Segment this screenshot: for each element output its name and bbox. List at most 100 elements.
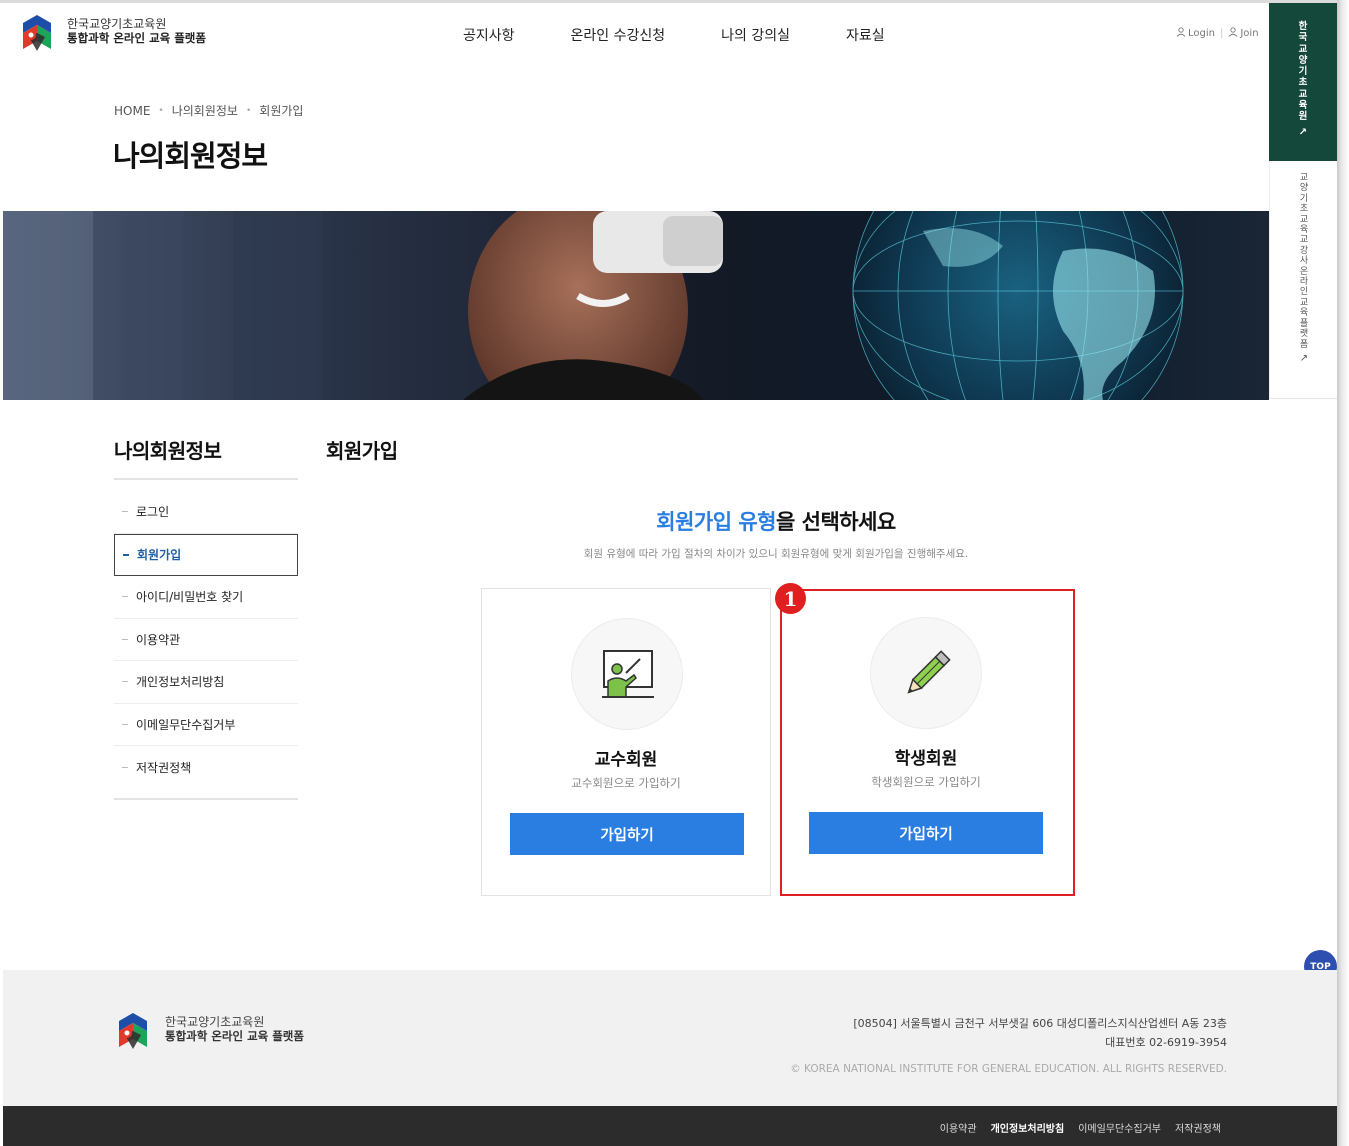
breadcrumb-separator: •	[158, 105, 164, 116]
site-footer: 한국교양기초교육원 통합과학 온라인 교육 플랫폼 [08504] 서울특별시 …	[3, 970, 1337, 1106]
professor-card-title: 교수회원	[594, 750, 658, 770]
side-banner-char: 플	[1299, 318, 1309, 329]
professor-member-card: 교수회원 교수회원으로 가입하기 가입하기	[481, 588, 771, 896]
breadcrumb-home[interactable]: HOME	[114, 104, 150, 118]
side-banner-char: 기	[1299, 193, 1309, 204]
lnb-item-label: 아이디/비밀번호 찾기	[136, 590, 244, 605]
logo-line1: 한국교양기초교육원	[67, 17, 167, 31]
nav-my-classroom[interactable]: 나의 강의실	[721, 25, 790, 45]
external-link-icon: ↗	[1298, 126, 1308, 138]
side-banner-char: 교	[1298, 43, 1308, 55]
lnb-item-login[interactable]: 로그인	[114, 491, 298, 534]
lnb-item-label: 저작권정책	[136, 760, 192, 775]
logo-line2: 통합과학 온라인 교육 플랫폼	[67, 31, 206, 45]
window-edge-shadow	[1337, 0, 1349, 1146]
breadcrumb-my-info[interactable]: 나의회원정보	[172, 102, 238, 119]
side-banner-char: 양	[1299, 183, 1309, 194]
site-header: 한국교양기초교육원 통합과학 온라인 교육 플랫폼 공지사항 온라인 수강신청 …	[3, 3, 1268, 67]
footer-address: [08504] 서울특별시 금천구 서부샛길 606 대성디폴리스지식산업센터 …	[853, 1017, 1227, 1030]
signup-type-headline: 회원가입 유형을 선택하세요	[476, 506, 1076, 536]
side-banner-char: 사	[1299, 256, 1309, 267]
person-icon	[1176, 27, 1186, 40]
side-banner-char: 교	[1299, 235, 1309, 246]
breadcrumb-signup[interactable]: 회원가입	[259, 102, 303, 119]
lnb-bullet	[122, 681, 128, 683]
lnb-item-label: 회원가입	[137, 548, 182, 563]
side-banner-char: 육	[1299, 308, 1309, 319]
hero-banner-image	[3, 211, 1269, 400]
side-banner-char: 초	[1299, 204, 1309, 215]
teacher-board-icon	[602, 650, 654, 698]
signup-type-description: 회원 유형에 따라 가입 절차의 차이가 있으니 회원유형에 맞게 회원가입을 …	[583, 548, 969, 560]
main-nav: 공지사항 온라인 수강신청 나의 강의실 자료실	[463, 25, 941, 45]
footer-link-terms[interactable]: 이용약관	[940, 1120, 977, 1135]
professor-icon-circle	[571, 618, 683, 730]
site-logo-text[interactable]: 한국교양기초교육원 통합과학 온라인 교육 플랫폼	[67, 17, 206, 45]
side-banner-char: 육	[1298, 100, 1308, 112]
side-banner-char: 교	[1299, 297, 1309, 308]
footer-address-block: [08504] 서울특별시 금천구 서부샛길 606 대성디폴리스지식산업센터 …	[853, 1014, 1227, 1052]
join-link[interactable]: Join	[1240, 28, 1258, 39]
professor-signup-button[interactable]: 가입하기	[510, 813, 744, 855]
side-banner-char: 교	[1299, 214, 1309, 225]
lnb-item-label: 개인정보처리방침	[136, 675, 225, 690]
side-banner-char: 원	[1298, 111, 1308, 123]
footer-copyright: © KOREA NATIONAL INSTITUTE FOR GENERAL E…	[790, 1063, 1227, 1075]
footer-link-copyright[interactable]: 저작권정책	[1175, 1120, 1221, 1135]
side-banner-char: 초	[1298, 77, 1308, 89]
lnb-bullet	[122, 511, 128, 513]
lnb-bullet	[122, 723, 128, 725]
lnb-title: 나의회원정보	[114, 439, 222, 463]
professor-card-description: 교수회원으로 가입하기	[571, 776, 681, 790]
side-banner-char: 국	[1298, 32, 1308, 44]
side-banner-char: 교	[1298, 88, 1308, 100]
footer-logo-line1: 한국교양기초교육원	[165, 1015, 265, 1029]
side-banner-char: 랫	[1299, 329, 1309, 340]
footer-bottom-bar: 이용약관 개인정보처리방침 이메일무단수집거부 저작권정책	[3, 1106, 1337, 1146]
lnb-bullet	[123, 553, 129, 556]
lnb-item-find-id-password[interactable]: 아이디/비밀번호 찾기	[114, 576, 298, 619]
nav-resources[interactable]: 자료실	[846, 25, 885, 45]
lnb-item-copyright-policy[interactable]: 저작권정책	[114, 746, 298, 789]
footer-logo-text: 한국교양기초교육원 통합과학 온라인 교육 플랫폼	[165, 1015, 304, 1043]
nav-notice[interactable]: 공지사항	[463, 25, 515, 45]
util-separator: |	[1219, 28, 1224, 39]
step-callout-badge: 1	[775, 583, 806, 614]
lnb-item-terms[interactable]: 이용약관	[114, 619, 298, 661]
lnb-item-email-refusal[interactable]: 이메일무단수집거부	[114, 704, 298, 746]
footer-link-email-refusal[interactable]: 이메일무단수집거부	[1078, 1120, 1161, 1135]
content-title: 회원가입	[326, 439, 398, 463]
nav-online-registration[interactable]: 온라인 수강신청	[571, 25, 666, 45]
side-banner-char: 라	[1299, 277, 1309, 288]
side-banner-teacher-platform-label: 교 양 기 초 교 육 교 강 사 온 라 인 교 육 플 랫 폼 ↗	[1270, 173, 1338, 364]
lnb-divider-top	[114, 478, 298, 480]
institute-logo-icon[interactable]	[17, 13, 57, 53]
headline-rest: 을 선택하세요	[776, 510, 896, 534]
breadcrumb-separator: •	[245, 105, 252, 116]
headline-highlight: 회원가입 유형	[656, 510, 776, 534]
side-banner-char: 한	[1298, 21, 1308, 32]
side-banner-char: 강	[1299, 245, 1309, 256]
side-banner-char: 교	[1299, 173, 1309, 183]
side-banner-institute[interactable]: 한 국 교 양 기 초 교 육 원 ↗	[1269, 3, 1337, 161]
side-banner-char: 인	[1299, 287, 1309, 298]
footer-logo-icon	[119, 1013, 147, 1049]
lnb-item-signup[interactable]: 회원가입	[114, 533, 298, 576]
lnb-bullet	[122, 638, 128, 640]
breadcrumb: HOME • 나의회원정보 • 회원가입	[114, 102, 303, 119]
login-link[interactable]: Login	[1188, 28, 1215, 39]
highlight-annotation-box	[780, 589, 1075, 896]
side-banner-char: 양	[1298, 54, 1308, 66]
left-side-menu: 로그인 회원가입 아이디/비밀번호 찾기 이용약관 개인정보처리방침 이메일무단…	[114, 491, 298, 789]
side-banner-char: 육	[1299, 225, 1309, 236]
lnb-bullet	[122, 766, 128, 768]
lnb-bullet	[122, 596, 128, 598]
lnb-item-label: 로그인	[136, 505, 170, 520]
lnb-item-label: 이용약관	[136, 632, 181, 647]
lnb-item-privacy-policy[interactable]: 개인정보처리방침	[114, 661, 298, 704]
util-links: Login | Join	[1176, 27, 1259, 40]
footer-link-privacy[interactable]: 개인정보처리방침	[991, 1120, 1065, 1135]
page-title: 나의회원정보	[113, 139, 268, 173]
lnb-item-label: 이메일무단수집거부	[136, 717, 236, 732]
side-banner-teacher-platform[interactable]: 교 양 기 초 교 육 교 강 사 온 라 인 교 육 플 랫 폼 ↗	[1269, 161, 1337, 399]
